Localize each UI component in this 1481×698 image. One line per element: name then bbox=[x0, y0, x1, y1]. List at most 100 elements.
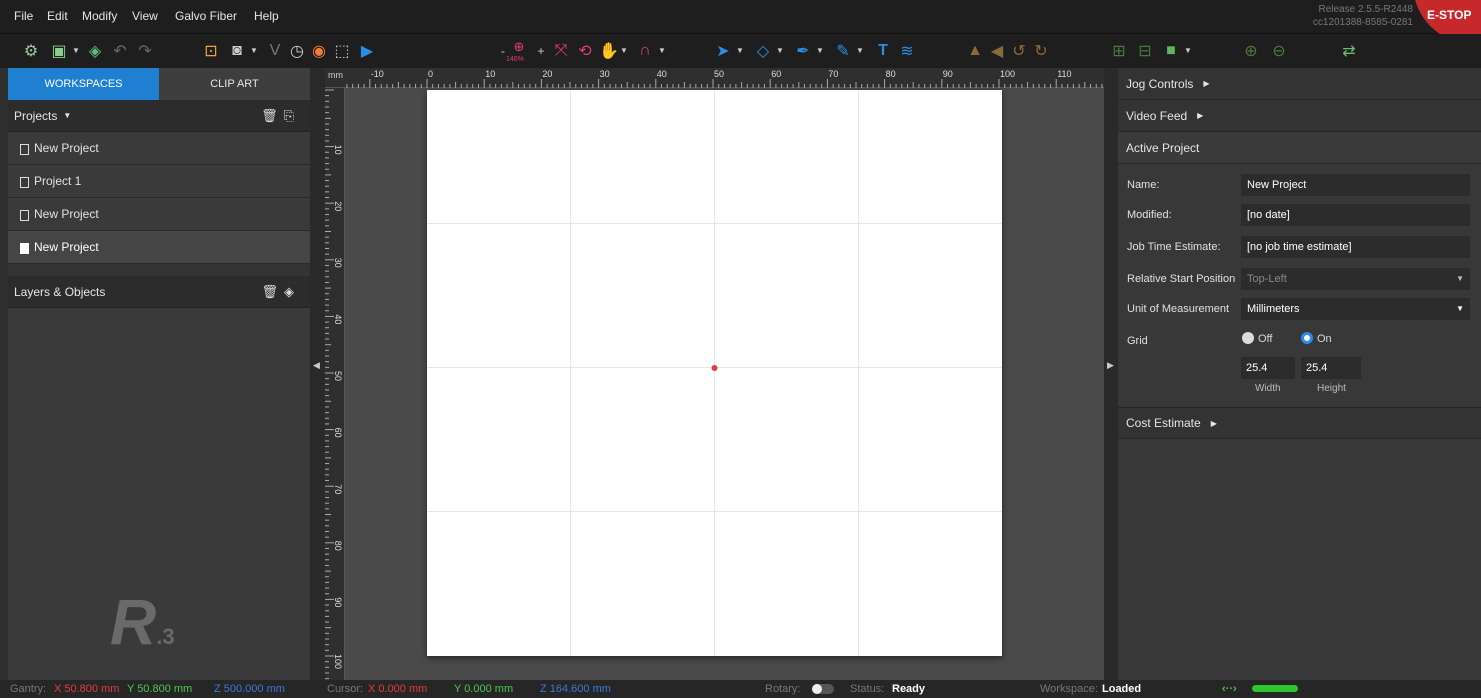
pen-dropdown-icon[interactable]: ▼ bbox=[816, 46, 824, 55]
arrow-left-icon[interactable]: ◀ bbox=[986, 40, 1008, 62]
layers-icon[interactable]: ◈ bbox=[84, 40, 106, 62]
tab-clipart[interactable]: CLIP ART bbox=[159, 68, 310, 100]
unit-select[interactable]: Millimeters ▼ bbox=[1241, 298, 1470, 320]
triangle-icon[interactable]: ▲ bbox=[964, 40, 986, 62]
collapse-right-icon[interactable]: ▶ bbox=[1107, 360, 1114, 371]
relative-start-value: Top-Left bbox=[1247, 273, 1287, 285]
vector-icon[interactable]: V bbox=[264, 40, 286, 62]
arrange-icon[interactable]: ■ bbox=[1160, 40, 1182, 62]
tab-workspaces[interactable]: WORKSPACES bbox=[8, 68, 159, 100]
export-icon[interactable]: ⊖ bbox=[1268, 40, 1290, 62]
camera-align-icon[interactable]: ⊡ bbox=[200, 40, 222, 62]
menu-modify[interactable]: Modify bbox=[82, 9, 117, 23]
grid-height-input[interactable]: 25.4 bbox=[1301, 357, 1361, 379]
project-item[interactable]: Project 1 bbox=[8, 165, 310, 198]
cursor-z: Z 164.600 mm bbox=[540, 683, 611, 695]
pencil-icon[interactable]: ✎ bbox=[832, 40, 854, 62]
trash-icon[interactable]: 🗑 bbox=[261, 108, 284, 123]
timer-icon[interactable]: ◷ bbox=[286, 40, 308, 62]
grid-off-radio[interactable] bbox=[1242, 332, 1254, 344]
arrange-dropdown-icon[interactable]: ▼ bbox=[1184, 46, 1192, 55]
pencil-dropdown-icon[interactable]: ▼ bbox=[856, 46, 864, 55]
import-icon[interactable]: ⊕ bbox=[1240, 40, 1262, 62]
project-item[interactable]: New Project bbox=[8, 198, 310, 231]
settings-icon[interactable]: ⚙ bbox=[20, 40, 42, 62]
pan-dropdown-icon[interactable]: ▼ bbox=[620, 46, 628, 55]
pen-icon[interactable]: ✒ bbox=[792, 40, 814, 62]
grid-label: Grid bbox=[1127, 335, 1148, 347]
pan-icon[interactable]: ✋ bbox=[598, 40, 620, 62]
rotate-view-icon[interactable]: ⟲ bbox=[574, 40, 596, 62]
magnet-icon[interactable]: ∩ bbox=[634, 40, 656, 62]
preview-icon[interactable]: ◉ bbox=[308, 40, 330, 62]
grid-off-label: Off bbox=[1258, 333, 1273, 345]
relative-start-select[interactable]: Top-Left ▼ bbox=[1241, 268, 1470, 290]
add-layer-icon[interactable]: ◈ bbox=[284, 284, 300, 299]
release-info: Release 2.5.5-R2448 cc1201388-8585-0281 bbox=[1313, 3, 1413, 29]
grid-on-radio[interactable] bbox=[1301, 332, 1313, 344]
redo-icon[interactable]: ↷ bbox=[134, 40, 156, 62]
magnet-dropdown-icon[interactable]: ▼ bbox=[658, 46, 666, 55]
left-collapse-gutter[interactable]: ◀ bbox=[310, 68, 325, 680]
ruler-label: 110 bbox=[1057, 69, 1071, 79]
r3-logo: R.3 bbox=[110, 585, 175, 659]
logo-super: .3 bbox=[156, 624, 175, 649]
undo-icon[interactable]: ↶ bbox=[109, 40, 131, 62]
workspace-page[interactable] bbox=[427, 90, 1002, 656]
menu-view[interactable]: View bbox=[132, 9, 158, 23]
frame-icon[interactable]: ⬚ bbox=[331, 40, 353, 62]
menu-help[interactable]: Help bbox=[254, 9, 279, 23]
ruler-label: 70 bbox=[333, 484, 343, 494]
job-time-field: [no job time estimate] bbox=[1241, 236, 1470, 258]
jog-controls-header[interactable]: Jog Controls ▶ bbox=[1118, 68, 1481, 100]
collapse-left-icon[interactable]: ◀ bbox=[313, 360, 320, 371]
name-field[interactable]: New Project bbox=[1241, 174, 1470, 196]
zoom-icon[interactable]: ⊕ bbox=[508, 36, 530, 58]
fit-icon[interactable]: ⤧ bbox=[550, 40, 572, 62]
vertical-ruler: 10 20 30 40 50 60 70 80 90 100 bbox=[325, 88, 345, 680]
chevron-down-icon: ▼ bbox=[1456, 304, 1464, 313]
cost-estimate-label: Cost Estimate bbox=[1126, 416, 1201, 430]
layers-header: Layers & Objects 🗑◈ bbox=[8, 276, 310, 308]
menu-galvo-fiber[interactable]: Galvo Fiber bbox=[175, 9, 237, 23]
project-item-selected[interactable]: New Project bbox=[8, 231, 310, 264]
video-feed-header[interactable]: Video Feed ▶ bbox=[1118, 100, 1481, 132]
shape-icon[interactable]: ◇ bbox=[752, 40, 774, 62]
cost-estimate-header[interactable]: Cost Estimate ▶ bbox=[1118, 407, 1481, 439]
text-path-icon[interactable]: ≋ bbox=[896, 40, 918, 62]
image-dropdown-icon[interactable]: ▼ bbox=[72, 46, 80, 55]
ruler-label: 100 bbox=[1000, 69, 1015, 79]
shape-dropdown-icon[interactable]: ▼ bbox=[776, 46, 784, 55]
canvas-area[interactable] bbox=[345, 88, 1104, 680]
select-dropdown-icon[interactable]: ▼ bbox=[736, 46, 744, 55]
text-icon[interactable]: T bbox=[872, 40, 894, 62]
gantry-position-dot bbox=[711, 365, 718, 371]
zoom-in-icon[interactable]: + bbox=[530, 40, 552, 62]
ungroup-icon[interactable]: ⊟ bbox=[1134, 40, 1156, 62]
select-icon[interactable]: ➤ bbox=[712, 40, 734, 62]
rotate-ccw-icon[interactable]: ↺ bbox=[1008, 40, 1030, 62]
right-collapse-gutter[interactable]: ▶ bbox=[1104, 68, 1118, 680]
rotary-toggle[interactable] bbox=[812, 684, 834, 694]
play-icon[interactable]: ▶ bbox=[356, 40, 378, 62]
image-icon[interactable]: ▣ bbox=[48, 40, 70, 62]
connection-icon[interactable]: ⇄ bbox=[1338, 40, 1360, 62]
trash-icon[interactable]: 🗑 bbox=[261, 284, 284, 299]
rotate-cw-icon[interactable]: ↻ bbox=[1030, 40, 1052, 62]
projects-title[interactable]: Projects bbox=[14, 109, 57, 123]
ruler-ticks: 10 20 30 40 50 60 70 80 90 100 bbox=[325, 89, 343, 680]
camera-icon[interactable]: ◙ bbox=[226, 40, 248, 62]
project-item[interactable]: New Project bbox=[8, 132, 310, 165]
cursor-y: Y 0.000 mm bbox=[454, 683, 514, 695]
group-icon[interactable]: ⊞ bbox=[1108, 40, 1130, 62]
menu-file[interactable]: File bbox=[14, 9, 33, 23]
ruler-label: 40 bbox=[657, 69, 667, 79]
ruler-label: 30 bbox=[333, 258, 343, 268]
ruler-label: -10 bbox=[371, 69, 384, 79]
new-project-icon[interactable]: ⎘ bbox=[284, 108, 300, 123]
menu-edit[interactable]: Edit bbox=[47, 9, 68, 23]
modified-row: Modified: [no date] bbox=[1118, 201, 1481, 229]
projects-dropdown-icon[interactable]: ▼ bbox=[63, 111, 71, 120]
camera-dropdown-icon[interactable]: ▼ bbox=[250, 46, 258, 55]
grid-width-input[interactable]: 25.4 bbox=[1241, 357, 1295, 379]
